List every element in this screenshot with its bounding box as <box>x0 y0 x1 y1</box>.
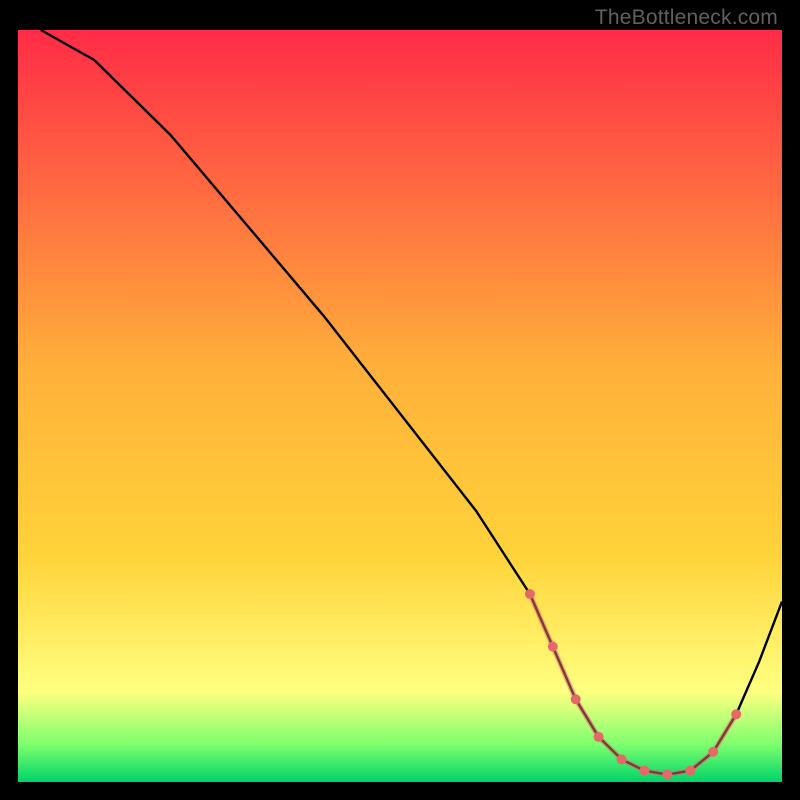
highlight-dot <box>617 754 627 764</box>
highlight-dot <box>685 766 695 776</box>
highlight-dot <box>525 589 535 599</box>
highlight-dot <box>731 709 741 719</box>
highlight-dot <box>708 747 718 757</box>
highlight-dot <box>548 642 558 652</box>
gradient-background <box>18 30 782 782</box>
credit-text: TheBottleneck.com <box>595 6 778 30</box>
highlight-dot <box>571 694 581 704</box>
chart-svg <box>18 30 782 782</box>
highlight-dot <box>594 732 604 742</box>
chart-container: TheBottleneck.com <box>0 0 800 800</box>
highlight-dot <box>662 770 672 780</box>
plot-area <box>18 30 782 782</box>
highlight-dot <box>640 766 650 776</box>
